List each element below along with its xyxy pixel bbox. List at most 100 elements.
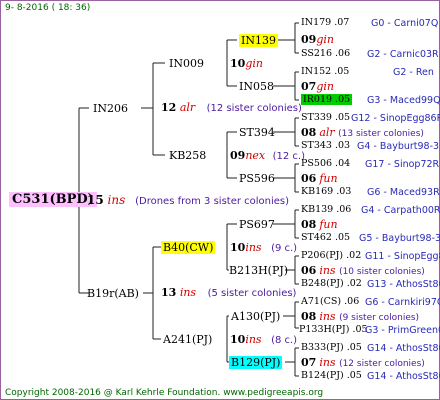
in206-ins: alr: [179, 101, 196, 114]
a241-number: 10: [230, 333, 246, 346]
row-ps506[interactable]: PS506 .04: [301, 158, 350, 170]
node-a130[interactable]: A130(PJ): [231, 310, 280, 323]
row-p133h[interactable]: P133H(PJ) .05: [299, 324, 368, 336]
ir019-line: G3 - Maced99Q: [367, 95, 440, 106]
b40-ins: ins: [245, 241, 262, 254]
in058-ins: gin: [316, 80, 334, 93]
b129-number: 07: [301, 356, 317, 369]
a130-desc: (9 sister colonies): [339, 313, 420, 323]
ps697-number: 08: [301, 218, 317, 231]
ir019-code: IR019 .05: [301, 94, 353, 105]
b129-code: B129(PJ): [229, 356, 283, 369]
b213-ins: ins: [319, 264, 336, 277]
b40-desc: (9 c.): [271, 243, 298, 254]
st462-line: G5 - Bayburt98-3: [359, 233, 440, 244]
b129-info: 07 ins (12 sister colonies): [301, 356, 425, 371]
b19r-ins: ins: [179, 286, 197, 299]
in058-number: 07: [301, 80, 317, 93]
ps596-info: 06 fun: [301, 172, 338, 185]
b19r-number: 13: [161, 286, 177, 299]
in206-number: 12: [161, 101, 177, 114]
a130-info: 08 ins (9 sister colonies): [301, 310, 419, 325]
in058-info: 07gin: [301, 80, 334, 93]
b248-line: G13 - AthosSt80R: [367, 279, 440, 290]
st343-line: G4 - Bayburt98-3: [357, 141, 440, 152]
node-a241-info: 10ins (8 c.): [230, 333, 297, 347]
print-timestamp: 9- 8-2016 ( 18: 36): [5, 3, 91, 13]
ps697-info: 08 fun: [301, 218, 338, 231]
node-in009-info: 10gin: [230, 57, 263, 70]
kb139-line: G4 - Carpath00R: [361, 205, 440, 216]
a241-ins: ins: [245, 333, 262, 346]
node-a241[interactable]: A241(PJ): [163, 333, 212, 346]
node-in009[interactable]: IN009: [169, 57, 204, 70]
st394-number: 08: [301, 126, 317, 139]
root-desc: (Drones from 3 sister colonies): [135, 196, 290, 207]
a130-number: 08: [301, 310, 317, 323]
b129-ins: ins: [319, 356, 336, 369]
kb169-line: G6 - Maced93R: [367, 187, 440, 198]
row-ir019[interactable]: IR019 .05: [301, 94, 353, 106]
row-in152[interactable]: IN152 .05: [301, 66, 349, 78]
p133h-line: G3 - PrimGreen00: [365, 325, 440, 336]
in139-code: IN139: [239, 34, 278, 47]
node-b129[interactable]: B129(PJ): [229, 356, 283, 369]
in139-ins: gin: [316, 33, 334, 46]
node-in058[interactable]: IN058: [239, 80, 274, 93]
ss216-line: G2 - Carnic03R: [367, 49, 439, 60]
row-a71[interactable]: A71(CS) .06: [301, 296, 359, 308]
p206-line: G11 - SinopEgg86R: [365, 251, 440, 262]
row-kb139[interactable]: KB139 .06: [301, 204, 351, 216]
node-ps596[interactable]: PS596: [239, 172, 275, 185]
st339-line: G12 - SinopEgg86R: [351, 113, 440, 124]
kb258-number: 09: [230, 149, 246, 162]
row-ss216[interactable]: SS216 .06: [301, 48, 350, 60]
b213-info: 06 ins (10 sister colonies): [301, 264, 425, 279]
a241-desc: (8 c.): [271, 335, 298, 346]
root-code: C531(BPD): [9, 192, 97, 207]
row-p206[interactable]: P206(PJ) .02: [301, 250, 361, 262]
st394-info: 08 alr (13 sister colonies): [301, 126, 424, 141]
b40-code: B40(CW): [161, 241, 216, 254]
a71-line: G6 - Carnkiri97Q: [365, 297, 440, 308]
node-kb258-info: 09nex (12 c.): [230, 149, 305, 163]
node-b213[interactable]: B213H(PJ): [229, 264, 288, 277]
node-b19r-info: 13 ins (5 sister colonies): [161, 286, 296, 300]
row-kb169[interactable]: KB169 .03: [301, 186, 351, 198]
row-b333[interactable]: B333(PJ) .05: [301, 342, 362, 354]
node-b40[interactable]: B40(CW): [161, 241, 216, 254]
row-b248[interactable]: B248(PJ) .02: [301, 278, 362, 290]
row-st339[interactable]: ST339 .05: [301, 112, 350, 124]
st394-desc: (13 sister colonies): [338, 129, 424, 139]
b19r-desc: (5 sister colonies): [207, 288, 297, 299]
root-queen[interactable]: C531(BPD): [9, 192, 97, 207]
root-insemination: ins: [107, 193, 126, 207]
node-in206-info: 12 alr (12 sister colonies): [161, 101, 302, 115]
in152-line: G2 - Ren: [393, 67, 434, 78]
node-st394[interactable]: ST394: [239, 126, 275, 139]
node-b19r[interactable]: B19r(AB): [87, 287, 139, 300]
st394-ins: alr: [319, 126, 335, 139]
root-number: 15: [87, 193, 104, 207]
node-in139[interactable]: IN139: [239, 34, 278, 47]
pedigree-chart: 9- 8-2016 ( 18: 36) C531(BPD) 15 ins (Dr…: [0, 0, 440, 400]
b124-line: G14 - AthosSt80R: [367, 371, 440, 382]
in139-number: 09: [301, 33, 317, 46]
row-st462[interactable]: ST462 .05: [301, 232, 350, 244]
root-line: 15 ins (Drones from 3 sister colonies): [87, 194, 289, 208]
b40-number: 10: [230, 241, 246, 254]
in179-code: IN179 .07: [301, 17, 350, 28]
row-in179[interactable]: IN179 .07: [301, 17, 349, 29]
kb258-ins: nex: [245, 149, 266, 162]
b213-number: 06: [301, 264, 317, 277]
ps506-line: G17 - Sinop72R: [365, 159, 440, 170]
in206-desc: (12 sister colonies): [206, 103, 302, 114]
b333-line: G14 - AthosSt80R: [367, 343, 440, 354]
ps697-ins: fun: [319, 218, 338, 231]
ps596-ins: fun: [319, 172, 338, 185]
node-ps697[interactable]: PS697: [239, 218, 275, 231]
node-in206[interactable]: IN206: [93, 102, 128, 115]
row-st343[interactable]: ST343 .03: [301, 140, 350, 152]
row-b124[interactable]: B124(PJ) .05: [301, 370, 362, 382]
node-kb258[interactable]: KB258: [169, 149, 206, 162]
